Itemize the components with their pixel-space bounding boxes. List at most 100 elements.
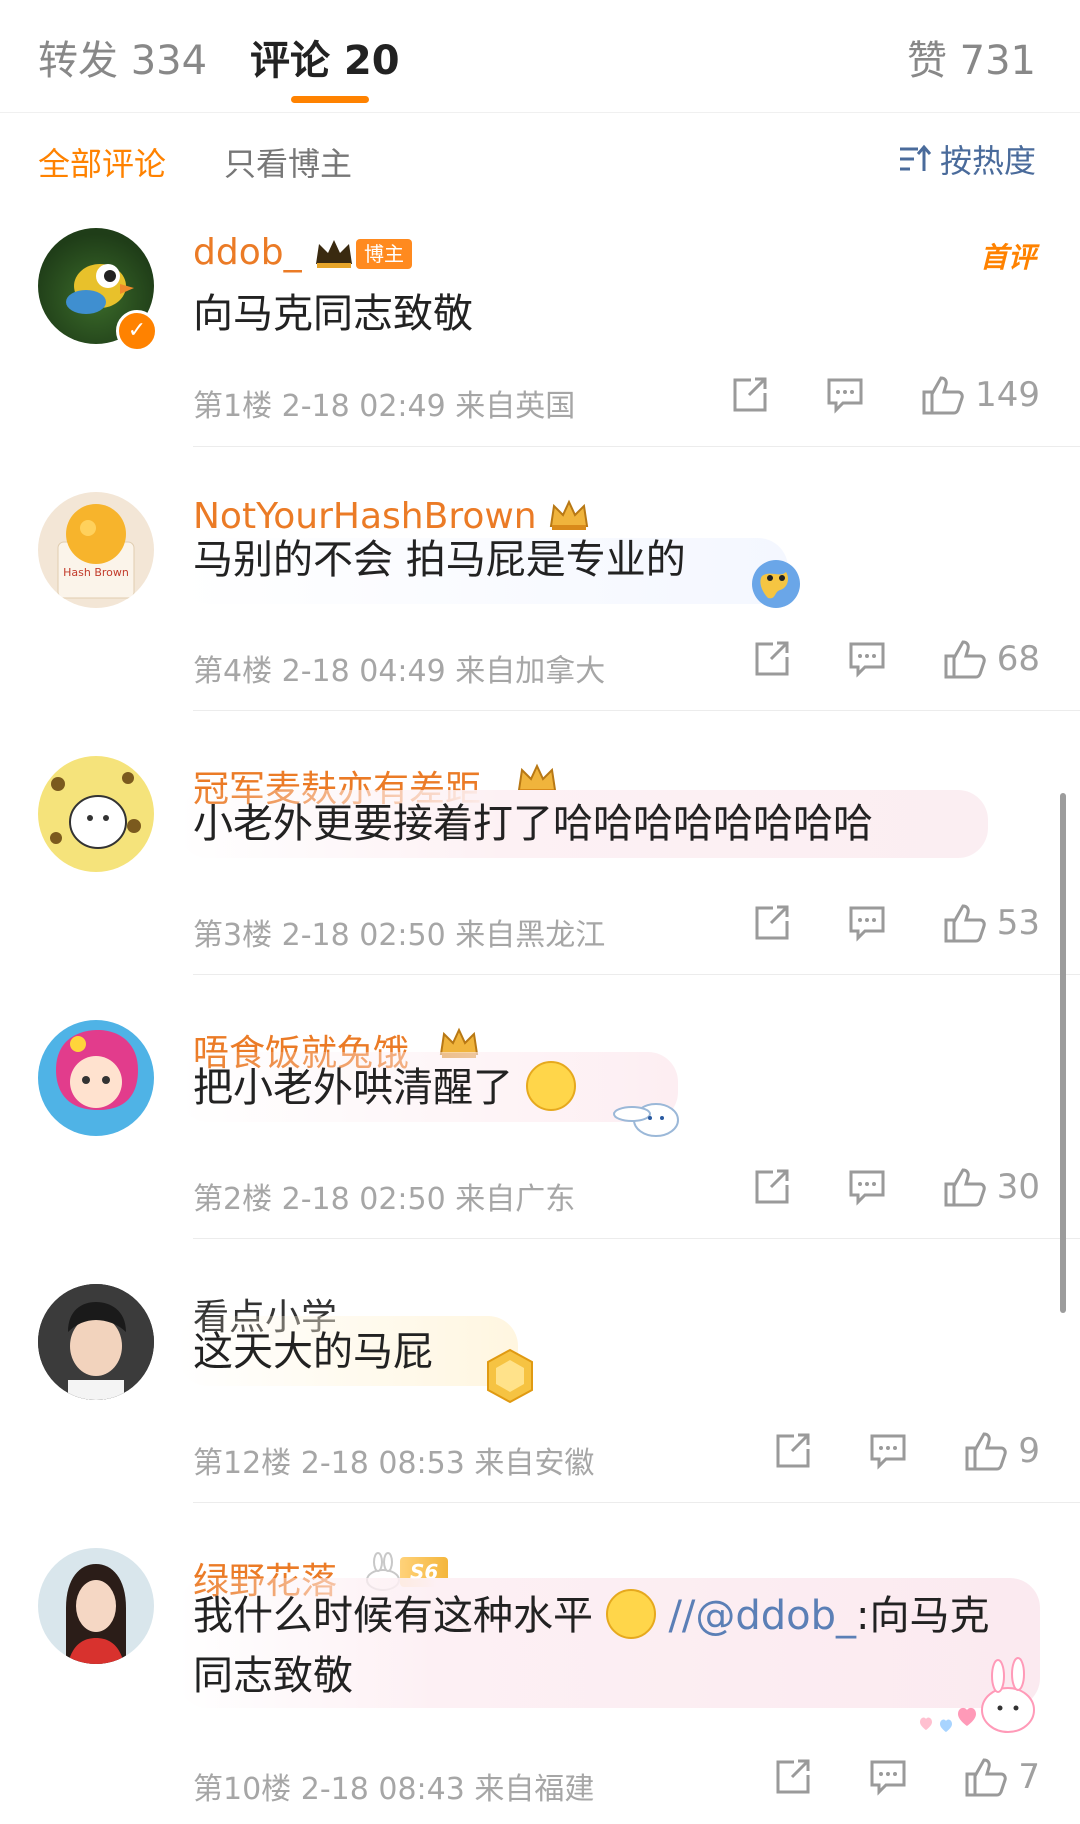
like-button[interactable]: 68 [943,638,1040,680]
floor-number: 第10楼 [193,1772,292,1807]
bunny-hearts-sticker-icon [920,1657,1035,1733]
share-button[interactable] [772,1757,812,1797]
comment-actions: 53 [751,902,1040,944]
comment-text: 把小老外哄清醒了 [193,1058,576,1118]
thumbs-up-icon [965,1432,1008,1471]
comment-text-line2: 同志致敬 [193,1653,353,1699]
floor-number: 第4楼 [193,654,273,689]
avatar[interactable] [38,1020,154,1136]
share-button[interactable] [751,1167,791,1207]
author-badge: 博主 [356,239,412,269]
comment-actions: 30 [751,1166,1040,1208]
comment-meta: 第12楼 2-18 08:53 来自安徽 [193,1438,594,1482]
like-count: 68 [996,639,1040,679]
reply-button[interactable] [847,903,887,943]
comment-filter-bar: 全部评论 只看博主 按热度 [0,112,1080,212]
tab-repost[interactable]: 转发 334 [38,28,207,86]
reply-button[interactable] [847,1167,887,1207]
divider [193,1238,1080,1239]
avatar[interactable] [38,1548,154,1664]
comment-icon [849,906,885,942]
mention-link[interactable]: //@ddob_ [668,1593,856,1639]
comment-meta: 第3楼 2-18 02:50 来自黑龙江 [193,910,605,954]
comment-meta: 第2楼 2-18 02:50 来自广东 [193,1174,575,1218]
comment-text: 我什么时候有这种水平 //@ddob_:向马克 [193,1586,990,1646]
location: 来自黑龙江 [455,918,606,953]
comment-text-line1: 我什么时候有这种水平 [193,1593,593,1639]
top-tab-bar: 转发 334 评论 20 赞 731 [0,0,1080,113]
divider [193,1502,1080,1503]
like-button[interactable]: 30 [943,1166,1040,1208]
tab-comments[interactable]: 评论 20 [250,28,400,86]
reply-button[interactable] [868,1757,908,1797]
avatar[interactable] [38,1284,154,1400]
username[interactable]: ddob_ [193,232,302,273]
crown-icon [316,240,352,268]
leopard-cartoon-avatar-image [50,772,141,849]
comment-text: 这天大的马屁 [193,1329,433,1375]
smirk-emoji-icon [605,1589,656,1639]
sort-label: 按热度 [939,142,1036,180]
thumbs-up-icon [965,1758,1008,1797]
share-icon [776,1759,810,1794]
share-button[interactable] [772,1431,812,1471]
filter-all-comments[interactable]: 全部评论 [38,139,166,185]
filter-author-only[interactable]: 只看博主 [224,139,352,185]
comment-meta: 第1楼 2-18 02:49 来自英国 [193,381,575,425]
timestamp: 2-18 02:50 [281,918,446,953]
tab-likes[interactable]: 赞 731 [907,28,1036,86]
like-button[interactable]: 9 [964,1430,1040,1472]
avatar[interactable] [38,756,154,872]
like-count: 30 [996,1167,1040,1207]
comment-text-line1-tail: :向马克 [856,1593,990,1639]
hashbrown-avatar-image: Hash Brown [57,504,135,599]
scrollbar[interactable] [1060,793,1066,1313]
comment-icon [870,1434,906,1470]
comment-icon [870,1760,906,1796]
comment-actions: 149 [729,374,1040,416]
like-count: 53 [996,903,1040,943]
thumbs-up-icon [944,640,986,679]
thumbs-up-icon [944,904,986,943]
like-count: 149 [975,375,1040,415]
share-button[interactable] [751,903,791,943]
smirk-emoji-icon [525,1061,576,1111]
comment-meta: 第10楼 2-18 08:43 来自福建 [193,1764,594,1808]
reply-button[interactable] [868,1431,908,1471]
share-icon [755,1169,789,1204]
comment-text-content: 把小老外哄清醒了 [193,1065,513,1111]
like-count: 7 [1018,1757,1040,1797]
location: 来自福建 [474,1772,595,1807]
gold-badge-sticker-icon [487,1348,533,1404]
floor-number: 第1楼 [193,389,273,424]
like-button[interactable]: 149 [921,374,1040,416]
globe-sticker-icon [752,560,800,608]
share-icon [733,377,767,412]
divider [193,710,1080,711]
thumbs-up-icon [944,1168,986,1207]
avatar[interactable]: Hash Brown [38,492,154,608]
verified-badge-icon: ✓ [116,310,158,352]
share-button[interactable] [751,639,791,679]
like-button[interactable]: 7 [964,1756,1040,1798]
reply-button[interactable] [847,639,887,679]
active-tab-indicator [291,96,369,103]
crown-icon [549,499,589,530]
location: 来自英国 [455,389,576,424]
floor-number: 第2楼 [193,1182,273,1217]
like-button[interactable]: 53 [943,902,1040,944]
cinnamoroll-sticker-icon [613,1103,679,1137]
comment-actions: 9 [772,1430,1040,1472]
sort-icon [899,144,932,171]
sort-by-hot-button[interactable]: 按热度 [898,136,1036,182]
comment-actions: 68 [751,638,1040,680]
boy-photo-avatar-image [38,1284,154,1400]
comment-icon [849,1170,885,1206]
comment-text: 向马克同志致敬 [193,291,473,337]
share-button[interactable] [729,375,769,415]
thumbs-up-icon [922,376,964,415]
first-comment-badge: 首评 [979,241,1036,274]
share-icon [755,905,789,940]
reply-button[interactable] [825,375,865,415]
comment-actions: 7 [772,1756,1040,1798]
